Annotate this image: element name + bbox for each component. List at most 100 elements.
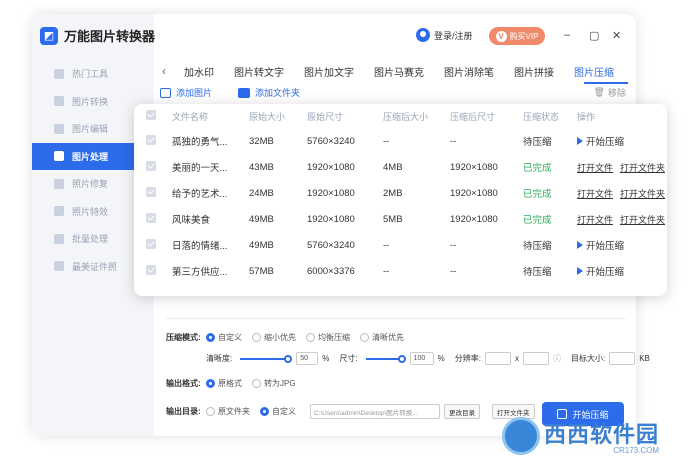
start-row-button[interactable]: 开始压缩 [577, 264, 667, 278]
row-links: 打开文件 打开文件夹 [577, 187, 667, 200]
open-file-link[interactable]: 打开文件 [577, 161, 613, 174]
clarity-input[interactable]: 50 [296, 352, 319, 365]
original-size: 24MB [249, 187, 274, 199]
sidebar-item-0[interactable]: 热门工具 [32, 60, 154, 88]
status-badge: 待压缩 [523, 267, 552, 278]
watermark-logo-icon [502, 417, 540, 455]
table-row: 日落的情绪... 49MB 5760×3240 -- -- 待压缩 开始压缩 [134, 232, 667, 258]
row-actions: 开始压缩 [577, 134, 667, 148]
start-row-button[interactable]: 开始压缩 [577, 238, 667, 252]
start-row-button[interactable]: 开始压缩 [577, 134, 667, 148]
resolution-x: x [514, 354, 519, 363]
compressed-size: -- [383, 239, 390, 251]
tab-2[interactable]: 图片加文字 [294, 64, 364, 79]
remove-button[interactable]: 🗑 移除 [594, 86, 626, 99]
tab-6[interactable]: 图片压缩 [564, 64, 624, 79]
radio-option[interactable]: 原文件夹 [206, 406, 250, 417]
file-name: 给予的艺术... [172, 189, 228, 200]
app-logo-icon: ◩ [40, 26, 58, 45]
app-title: 万能图片转换器 [64, 29, 156, 44]
maximize-icon[interactable]: ▢ [589, 29, 599, 42]
resolution-width-input[interactable] [484, 352, 511, 365]
radio-option[interactable]: 原格式 [206, 378, 242, 389]
output-path-input[interactable]: C:\Users\admin\Desktop\图片转换... [310, 404, 440, 419]
start-row-label: 开始压缩 [586, 267, 625, 278]
vip-icon: V [495, 30, 507, 42]
add-folder-label: 添加文件夹 [255, 88, 301, 98]
row-checkbox[interactable] [134, 160, 172, 174]
status-badge: 已完成 [523, 163, 552, 174]
login-label: 登录/注册 [434, 30, 473, 41]
app-logo: ◩ 万能图片转换器 [40, 26, 155, 45]
close-icon[interactable]: ✕ [612, 29, 621, 42]
sidebar-item-icon [54, 123, 64, 134]
open-folder-link[interactable]: 打开文件夹 [620, 187, 665, 200]
original-dims: 1920×1080 [307, 187, 355, 199]
clarity-slider[interactable] [240, 354, 293, 363]
column-header: 压缩后尺寸 [450, 111, 496, 122]
size-slider[interactable] [365, 354, 406, 363]
login-button[interactable]: 登录/注册 [416, 28, 473, 42]
compressed-dims: 1920×1080 [450, 161, 498, 173]
row-checkbox[interactable] [134, 264, 172, 278]
row-checkbox[interactable] [134, 134, 172, 148]
open-file-link[interactable]: 打开文件 [577, 213, 613, 226]
select-all-checkbox[interactable] [134, 110, 172, 122]
row-checkbox[interactable] [134, 186, 172, 200]
original-dims: 1920×1080 [307, 213, 355, 225]
radio-option[interactable]: 缩小优先 [252, 332, 296, 343]
open-folder-link[interactable]: 打开文件夹 [620, 161, 665, 174]
image-icon [160, 87, 171, 98]
watermark-sub: CR173.COM [613, 446, 660, 455]
row-actions: 打开文件 打开文件夹 [577, 161, 667, 174]
tab-3[interactable]: 图片马赛克 [364, 64, 434, 79]
radio-label: 原文件夹 [218, 407, 250, 416]
tab-1[interactable]: 图片转文字 [224, 64, 294, 79]
trash-icon: 🗑 [593, 87, 605, 97]
status-badge: 待压缩 [523, 137, 552, 148]
radio-option[interactable]: 转为JPG [252, 378, 296, 389]
tabs-back-icon[interactable]: ‹ [154, 64, 174, 78]
table-row: 风味美食 49MB 1920×1080 5MB 1920×1080 已完成 打开文件 打开文件… [134, 206, 667, 232]
mode-row: 压缩模式: 自定义 缩小优先 均衡压缩 清晰优先 [166, 332, 414, 343]
add-folder-button[interactable]: 添加文件夹 [238, 86, 300, 99]
radio-icon [252, 333, 261, 342]
tab-4[interactable]: 图片消除笔 [434, 64, 504, 79]
target-size-input[interactable] [609, 352, 636, 365]
sidebar-item-label: 图片转换 [72, 96, 109, 107]
change-dir-button[interactable]: 更改目录 [444, 404, 480, 419]
size-input[interactable]: 100 [409, 352, 434, 365]
tab-0[interactable]: 加水印 [174, 64, 224, 79]
column-header: 压缩后大小 [383, 111, 429, 122]
minimize-icon[interactable]: – [564, 29, 570, 41]
remove-label: 移除 [607, 88, 626, 98]
radio-option[interactable]: 自定义 [260, 406, 296, 417]
vip-label: 购买VIP [509, 31, 539, 41]
table-row: 给予的艺术... 24MB 1920×1080 2MB 1920×1080 已完成 打开文件… [134, 180, 667, 206]
radio-option[interactable]: 清晰优先 [360, 332, 404, 343]
tab-5[interactable]: 图片拼接 [504, 64, 564, 79]
radio-icon [306, 333, 315, 342]
buy-vip-button[interactable]: V 购买VIP [489, 27, 545, 45]
radio-icon [206, 333, 215, 342]
open-folder-link[interactable]: 打开文件夹 [620, 213, 665, 226]
radio-option[interactable]: 自定义 [206, 332, 242, 343]
sidebar-item-icon [54, 178, 64, 189]
radio-option[interactable]: 均衡压缩 [306, 332, 350, 343]
help-icon: ⓘ [552, 354, 561, 363]
active-tab-indicator [584, 82, 628, 84]
format-label: 输出格式: [166, 379, 201, 388]
resolution-height-input[interactable] [522, 352, 549, 365]
sidebar-item-icon [54, 261, 64, 272]
radio-icon [360, 333, 369, 342]
add-image-button[interactable]: 添加图片 [160, 86, 212, 99]
sidebar-item-label: 批量处理 [72, 234, 109, 245]
row-checkbox[interactable] [134, 212, 172, 226]
site-watermark: 西西软件园 CR173.COM [502, 414, 692, 458]
row-checkbox[interactable] [134, 238, 172, 252]
open-file-link[interactable]: 打开文件 [577, 187, 613, 200]
compressed-size: -- [383, 135, 390, 147]
column-header: 原始大小 [249, 111, 286, 122]
start-row-label: 开始压缩 [586, 137, 625, 148]
sidebar-item-label: 照片特效 [72, 206, 109, 217]
